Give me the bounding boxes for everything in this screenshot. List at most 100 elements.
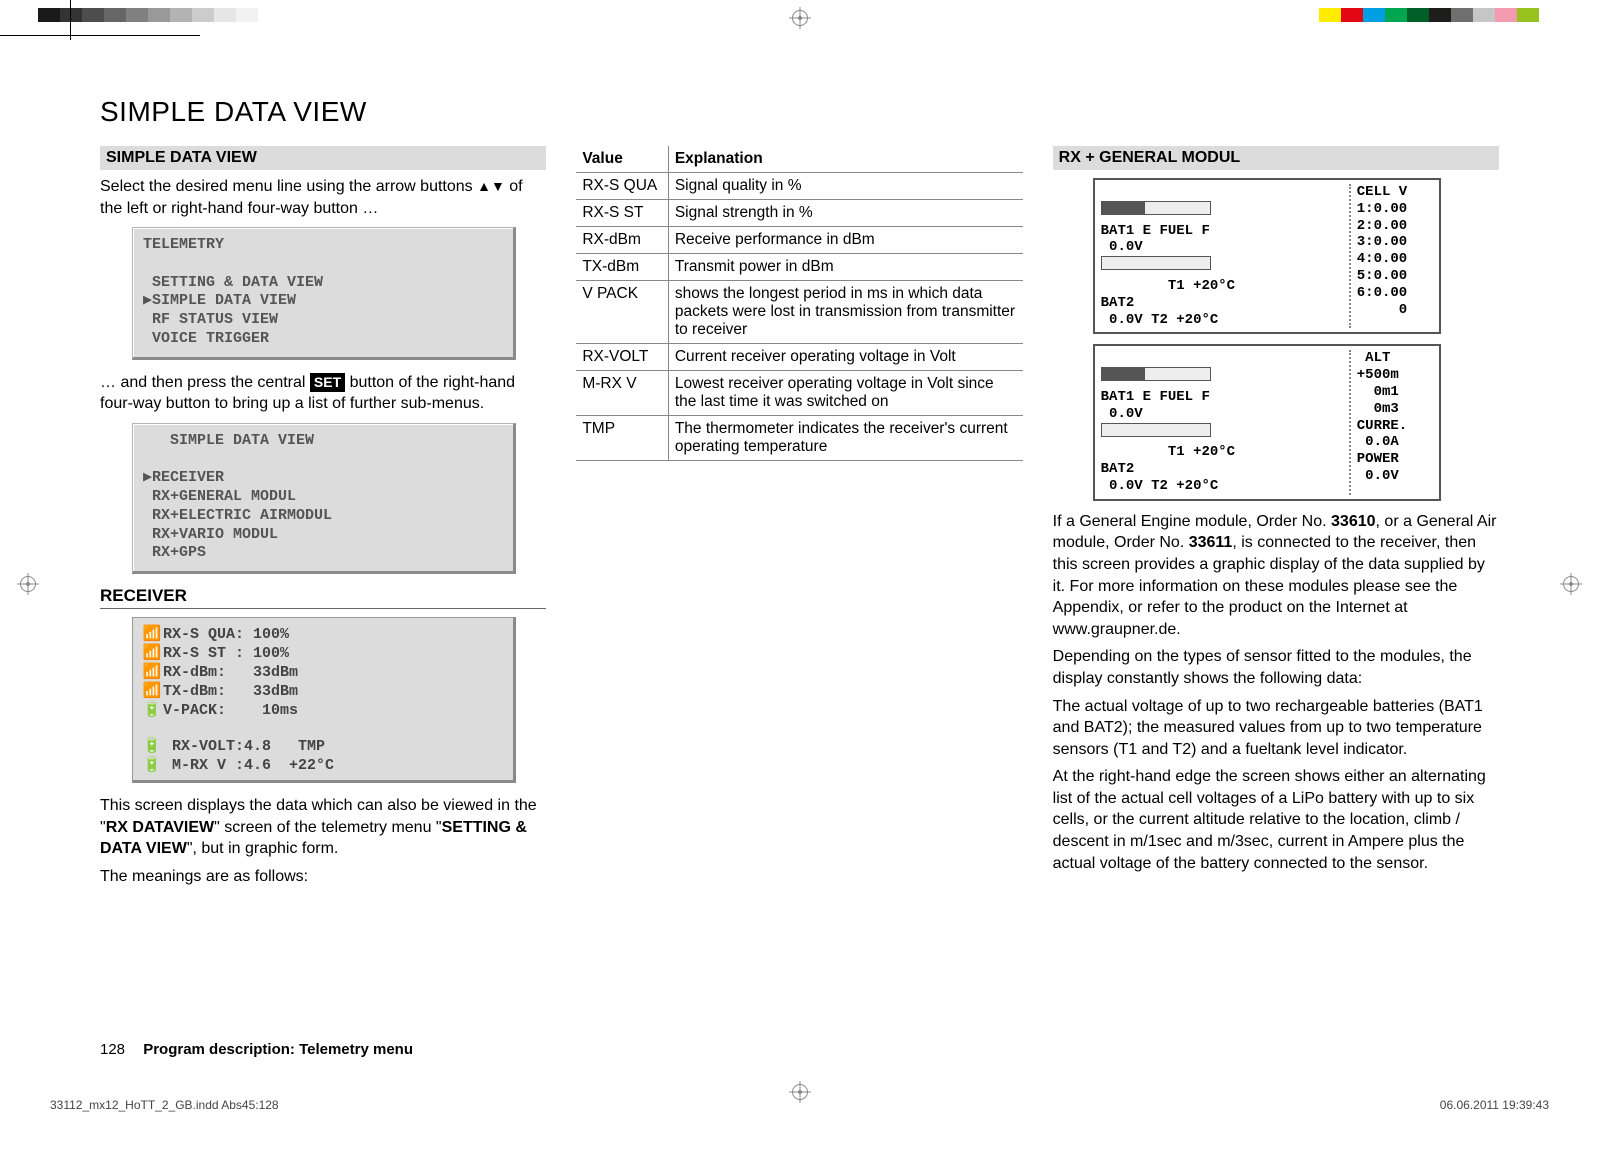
signal-icon: 📶 xyxy=(141,662,163,681)
table-cell-value: TX-dBm xyxy=(576,254,668,281)
page-title: SIMPLE DATA VIEW xyxy=(100,56,1499,128)
indd-timestamp: 06.06.2011 19:39:43 xyxy=(1440,1098,1549,1112)
lcd-line: 0.0V xyxy=(1101,406,1143,422)
table-row: RX-dBmReceive performance in dBm xyxy=(576,227,1022,254)
set-button-label: SET xyxy=(310,373,345,392)
table-cell-explanation: Receive performance in dBm xyxy=(668,227,1022,254)
table-row: RX-VOLTCurrent receiver operating voltag… xyxy=(576,344,1022,371)
arrow-up-down-icon: ▲▼ xyxy=(477,178,505,194)
table-cell-value: RX-VOLT xyxy=(576,344,668,371)
signal-gauge xyxy=(1101,201,1211,215)
body-text: If a General Engine module, Order No. xyxy=(1053,513,1331,530)
signal-icon: 📶 xyxy=(141,643,163,662)
table-row: V PACKshows the longest period in ms in … xyxy=(576,281,1022,344)
registration-mark-icon xyxy=(20,576,36,592)
lcd-line: BAT2 xyxy=(1101,295,1135,311)
crop-mark xyxy=(70,0,71,40)
table-cell-value: RX-dBm xyxy=(576,227,668,254)
indesign-slug: 33112_mx12_HoTT_2_GB.indd Abs45:128 06.0… xyxy=(50,1098,1549,1112)
lcd-line: BAT1 E FUEL F xyxy=(1101,389,1210,405)
body-text: " screen of the telemetry menu " xyxy=(214,819,441,836)
lcd-general-modul-cellv: BAT1 E FUEL F 0.0V T1 +20°C BAT2 0.0V T2… xyxy=(1093,178,1441,334)
table-cell-explanation: Signal quality in % xyxy=(668,173,1022,200)
grayscale-colorbar xyxy=(38,8,280,22)
page-number: 128 xyxy=(100,1041,125,1058)
table-cell-value: M-RX V xyxy=(576,371,668,416)
body-text-bold: RX DATAVIEW xyxy=(106,819,214,836)
footer-title: Program description: Telemetry menu xyxy=(143,1041,413,1058)
table-header-explanation: Explanation xyxy=(668,146,1022,173)
table-cell-explanation: Signal strength in % xyxy=(668,200,1022,227)
lcd-line: RX+ELECTRIC AIRMODUL xyxy=(143,507,332,524)
table-cell-value: RX-S QUA xyxy=(576,173,668,200)
lcd-simple-data-view-menu: SIMPLE DATA VIEW ▶RECEIVER RX+GENERAL MO… xyxy=(132,423,516,574)
signal-icon: 📶 xyxy=(141,681,163,700)
lcd-line: RX-VOLT:4.8 TMP xyxy=(163,738,325,755)
page-footer: 128 Program description: Telemetry menu xyxy=(100,1041,413,1058)
table-cell-explanation: Current receiver operating voltage in Vo… xyxy=(668,344,1022,371)
section-header-simple-data-view: SIMPLE DATA VIEW xyxy=(100,146,546,170)
intro-text: … and then press the central xyxy=(100,374,310,391)
table-cell-explanation: shows the longest period in ms in which … xyxy=(668,281,1022,344)
lcd-line: RX-dBm: 33dBm xyxy=(163,664,298,681)
selection-arrow-icon: ▶ xyxy=(143,292,152,309)
cmyk-colorbar xyxy=(1319,8,1561,22)
lcd-line: 0.0V xyxy=(1101,239,1143,255)
value-explanation-table: Value Explanation RX-S QUASignal quality… xyxy=(576,146,1022,461)
lcd-telemetry-menu: TELEMETRY SETTING & DATA VIEW ▶SIMPLE DA… xyxy=(132,227,516,360)
body-paragraph: The meanings are as follows: xyxy=(100,866,546,888)
lcd-line-selected: SIMPLE DATA VIEW xyxy=(152,292,296,309)
table-cell-value: TMP xyxy=(576,416,668,461)
lcd-receiver-data: 📶RX-S QUA: 100% 📶RX-S ST : 100% 📶RX-dBm:… xyxy=(132,617,516,783)
table-cell-explanation: The thermometer indicates the receiver's… xyxy=(668,416,1022,461)
body-paragraph: Depending on the types of sensor fitted … xyxy=(1053,646,1499,689)
lcd-line: VOICE TRIGGER xyxy=(143,330,269,347)
lcd-line: TELEMETRY xyxy=(143,236,224,253)
lcd-line: T1 +20°C xyxy=(1101,278,1235,294)
body-paragraph: The actual voltage of up to two recharge… xyxy=(1053,696,1499,761)
table-cell-explanation: Lowest receiver operating voltage in Vol… xyxy=(668,371,1022,416)
signal-icon: 📶 xyxy=(141,624,163,643)
lcd-line: RX+GPS xyxy=(143,544,206,561)
section-header-rx-general-modul: RX + GENERAL MODUL xyxy=(1053,146,1499,170)
lcd-line: M-RX V :4.6 +22°C xyxy=(163,757,334,774)
order-number: 33610 xyxy=(1331,513,1376,530)
indd-filename: 33112_mx12_HoTT_2_GB.indd Abs45:128 xyxy=(50,1098,279,1112)
lcd-line: BAT2 xyxy=(1101,461,1135,477)
signal-gauge xyxy=(1101,367,1211,381)
lcd-line: V-PACK: 10ms xyxy=(163,702,298,719)
lcd-line: 0.0V T2 +20°C xyxy=(1101,312,1219,328)
order-number: 33611 xyxy=(1189,534,1233,551)
intro-text: Select the desired menu line using the a… xyxy=(100,178,477,195)
lcd-line: RX-S ST : 100% xyxy=(163,645,289,662)
crop-mark xyxy=(0,35,200,36)
intro-paragraph: … and then press the central SET button … xyxy=(100,372,546,415)
table-row: RX-S QUASignal quality in % xyxy=(576,173,1022,200)
table-row: M-RX VLowest receiver operating voltage … xyxy=(576,371,1022,416)
lcd-line-selected: RECEIVER xyxy=(152,469,224,486)
intro-paragraph: Select the desired menu line using the a… xyxy=(100,176,546,219)
table-row: TX-dBmTransmit power in dBm xyxy=(576,254,1022,281)
lcd-line: SETTING & DATA VIEW xyxy=(143,274,323,291)
lcd-line: 0.0V T2 +20°C xyxy=(1101,478,1219,494)
fuel-gauge xyxy=(1101,423,1211,437)
table-cell-value: V PACK xyxy=(576,281,668,344)
lcd-title: SIMPLE DATA VIEW xyxy=(143,432,314,449)
lcd-line: RX+GENERAL MODUL xyxy=(143,488,296,505)
lcd-line: RX+VARIO MODUL xyxy=(143,526,278,543)
lcd-line: BAT1 E FUEL F xyxy=(1101,223,1210,239)
table-header-value: Value xyxy=(576,146,668,173)
lcd-cell-voltage-panel: CELL V 1:0.00 2:0.00 3:0.00 4:0.00 5:0.0… xyxy=(1349,184,1433,328)
table-row: TMPThe thermometer indicates the receive… xyxy=(576,416,1022,461)
lcd-line: TX-dBm: 33dBm xyxy=(163,683,298,700)
section-header-receiver: RECEIVER xyxy=(100,586,546,609)
battery-icon: 🔋 xyxy=(141,700,163,719)
battery-icon: 🔋 xyxy=(141,755,163,774)
table-cell-value: RX-S ST xyxy=(576,200,668,227)
fuel-gauge xyxy=(1101,256,1211,270)
selection-arrow-icon: ▶ xyxy=(143,469,152,486)
body-paragraph: This screen displays the data which can … xyxy=(100,795,546,860)
registration-mark-icon xyxy=(1563,576,1579,592)
body-text: ", but in graphic form. xyxy=(187,840,339,857)
lcd-line: T1 +20°C xyxy=(1101,444,1235,460)
